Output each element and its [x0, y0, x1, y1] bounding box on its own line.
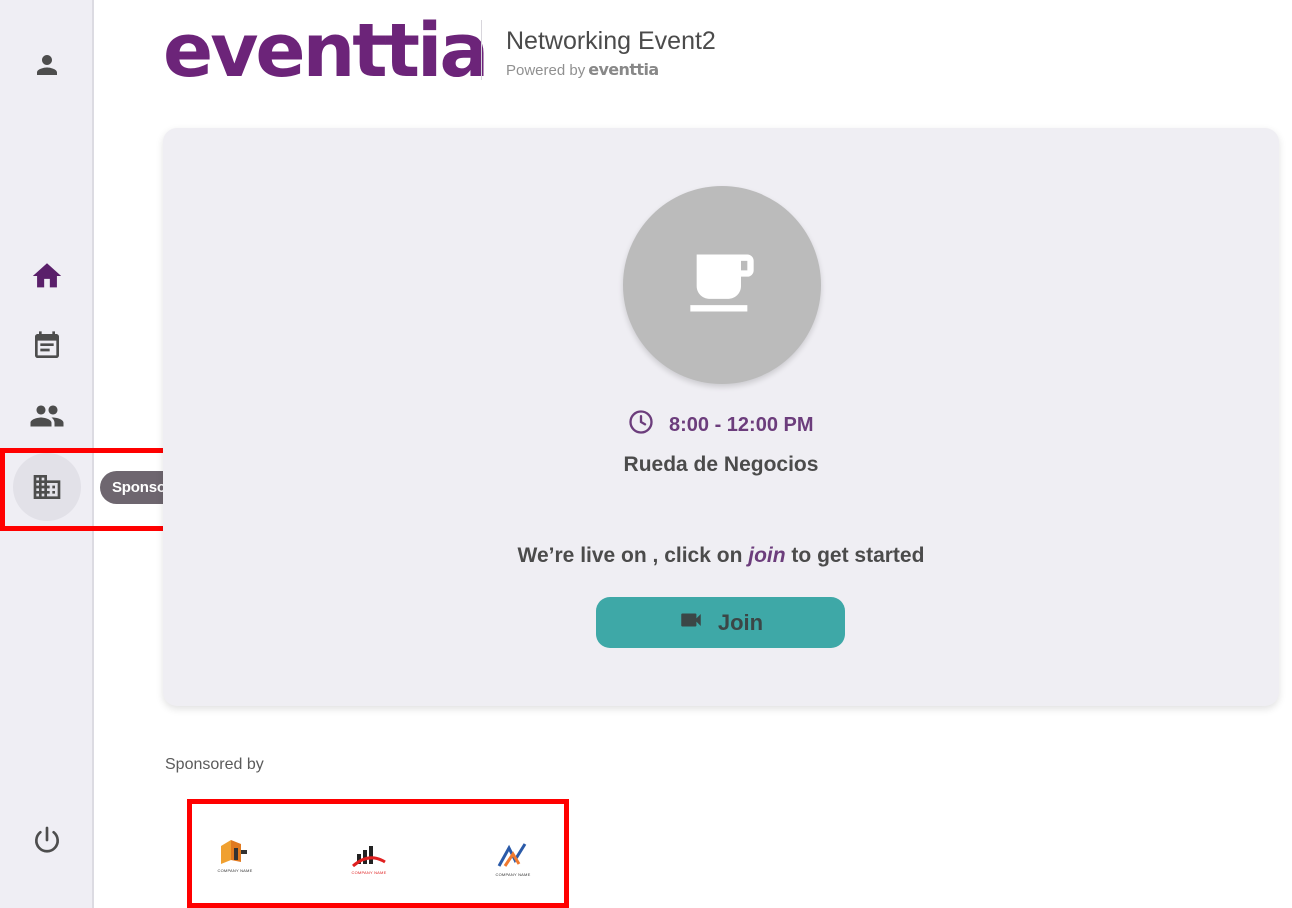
live-message: We’re live on , click on join to get sta… — [163, 544, 1279, 568]
sponsor-1-mark-icon — [221, 839, 247, 864]
people-icon — [29, 398, 65, 434]
powered-by-label: Powered by — [506, 62, 586, 79]
join-button[interactable]: Join — [596, 597, 845, 648]
sponsor-logo-1[interactable]: COMPANY NAME — [203, 822, 267, 886]
power-icon — [31, 824, 63, 856]
sponsor-2-mark-icon — [352, 845, 386, 867]
powered-by-logo: eventtia — [588, 60, 659, 79]
video-camera-icon — [678, 607, 704, 639]
person-icon — [32, 50, 62, 80]
live-message-join-word: join — [748, 544, 786, 567]
sponsor-1-caption: COMPANY NAME — [217, 867, 253, 873]
coffee-cup-icon — [684, 245, 760, 326]
sidebar-item-home[interactable] — [13, 242, 81, 310]
live-message-prefix: We’re live on , click on — [517, 544, 749, 567]
live-message-suffix: to get started — [785, 544, 925, 567]
app-root: Sponsors eventtia Networking Event2 Powe… — [0, 0, 1292, 908]
sidebar-item-agenda[interactable] — [13, 312, 81, 380]
eventtia-logo[interactable]: eventtia — [163, 8, 489, 94]
powered-by: Powered by eventtia — [506, 60, 659, 79]
sidebar-item-networking[interactable] — [13, 382, 81, 450]
sponsor-logo-3[interactable]: COMPANY NAME — [481, 826, 545, 890]
sidebar-item-logout[interactable] — [13, 806, 81, 874]
header-divider — [481, 20, 482, 80]
session-time: 8:00 - 12:00 PM — [627, 408, 814, 442]
sponsored-by-heading: Sponsored by — [165, 756, 264, 773]
sponsor-3-mark-icon — [497, 842, 527, 867]
event-title: Networking Event2 — [506, 27, 716, 55]
calendar-icon — [31, 330, 63, 362]
session-card: 8:00 - 12:00 PM Rueda de Negocios We’re … — [163, 128, 1279, 706]
session-title: Rueda de Negocios — [623, 453, 819, 476]
sidebar-item-profile[interactable] — [13, 31, 81, 99]
sponsor-3-caption: COMPANY NAME — [495, 871, 531, 877]
sponsor-logo-2[interactable]: COMPANY NAME — [337, 826, 401, 890]
sponsor-2-caption: COMPANY NAME — [351, 869, 387, 875]
clock-icon — [627, 408, 655, 442]
join-button-label: Join — [717, 609, 764, 635]
home-icon — [30, 259, 64, 293]
session-time-text: 8:00 - 12:00 PM — [669, 413, 814, 436]
session-avatar — [623, 186, 821, 384]
